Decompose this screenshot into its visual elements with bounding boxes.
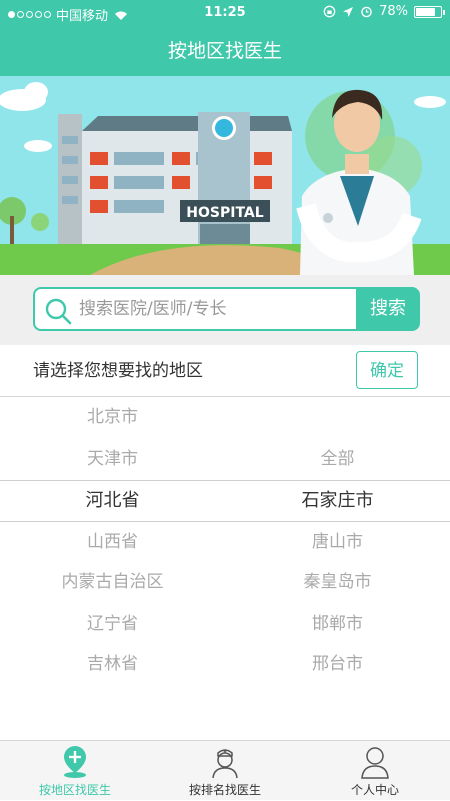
province-option[interactable]: 吉林省 bbox=[0, 652, 225, 676]
city-option[interactable]: 唐山市 bbox=[225, 530, 450, 554]
region-selector-header: 请选择您想要找的地区 确定 bbox=[0, 345, 450, 397]
hospital-sign: HOSPITAL bbox=[186, 205, 263, 221]
region-prompt: 请选择您想要找的地区 bbox=[33, 361, 203, 381]
city-option[interactable]: 全部 bbox=[225, 447, 450, 471]
battery-icon bbox=[414, 5, 445, 18]
rotation-lock-icon bbox=[323, 5, 336, 18]
tab-find-by-region[interactable]: 按地区找医生 bbox=[0, 741, 150, 801]
search-placeholder: 搜索医院/医师/专长 bbox=[79, 299, 227, 319]
city-option[interactable]: 秦皇岛市 bbox=[225, 570, 450, 594]
tab-bar: 按地区找医生 按排名找医生 个人中心 bbox=[0, 740, 450, 800]
province-option[interactable]: 天津市 bbox=[0, 447, 225, 471]
search-icon bbox=[45, 298, 72, 325]
picker-selection-bottom-line bbox=[0, 521, 450, 522]
province-option[interactable]: 北京市 bbox=[0, 405, 225, 429]
search-area: 搜索医院/医师/专长 搜索 bbox=[0, 275, 450, 345]
tab-label: 按地区找医生 bbox=[38, 783, 111, 797]
page-title: 按地区找医生 bbox=[167, 40, 282, 62]
picker-selection-top-line bbox=[0, 480, 450, 481]
battery-percentage: 78% bbox=[379, 4, 408, 19]
status-bar: 中国移动 11:25 78% bbox=[0, 0, 450, 26]
tab-label: 个人中心 bbox=[350, 783, 399, 797]
search-input[interactable]: 搜索医院/医师/专长 bbox=[33, 287, 356, 331]
city-option[interactable]: 邯郸市 bbox=[225, 612, 450, 636]
city-option-selected[interactable]: 石家庄市 bbox=[225, 489, 450, 513]
navigation-bar: 按地区找医生 bbox=[0, 26, 450, 76]
province-option-selected[interactable]: 河北省 bbox=[0, 489, 225, 513]
alarm-icon bbox=[361, 6, 372, 18]
tab-label: 按排名找医生 bbox=[188, 783, 261, 797]
confirm-button[interactable]: 确定 bbox=[356, 351, 418, 389]
nurse-icon bbox=[212, 749, 238, 779]
city-option[interactable]: 邢台市 bbox=[225, 652, 450, 676]
hospital-banner: HOSPITAL bbox=[0, 76, 450, 275]
province-option[interactable]: 山西省 bbox=[0, 530, 225, 554]
province-option[interactable]: 辽宁省 bbox=[0, 612, 225, 636]
search-button[interactable]: 搜索 bbox=[356, 287, 420, 331]
province-option[interactable]: 内蒙古自治区 bbox=[0, 570, 225, 594]
location-arrow-icon bbox=[343, 6, 354, 17]
region-picker[interactable]: 北京市 天津市 河北省 山西省 内蒙古自治区 辽宁省 吉林省 全部 石家庄市 唐… bbox=[0, 397, 450, 740]
tab-find-by-ranking[interactable]: 按排名找医生 bbox=[150, 741, 300, 801]
tab-profile[interactable]: 个人中心 bbox=[300, 741, 450, 801]
hospital-illustration: HOSPITAL bbox=[0, 76, 450, 275]
user-icon bbox=[361, 747, 389, 779]
location-plus-icon bbox=[64, 746, 86, 778]
